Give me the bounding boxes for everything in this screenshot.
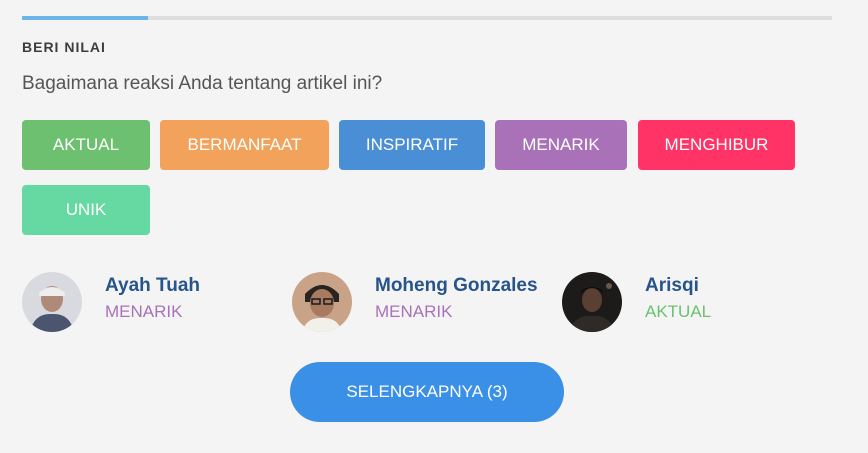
voter-name[interactable]: Arisqi [645,275,699,297]
divider-accent [22,16,148,20]
voter-name[interactable]: Moheng Gonzales [375,275,538,297]
reaction-button-bermanfaat[interactable]: BERMANFAAT [160,120,329,170]
reaction-button-menarik[interactable]: MENARIK [495,120,627,170]
reaction-button-label: INSPIRATIF [365,135,459,154]
see-more-button[interactable]: SELENGKAPNYA (3) [290,362,564,422]
rating-section: BERI NILAI Bagaimana reaksi Anda tentang… [22,16,832,422]
reaction-button-label: UNIK [65,200,107,219]
reaction-button-label: MENARIK [522,135,600,154]
voter-reaction: MENARIK [375,302,453,321]
avatar-image [292,272,352,332]
voter-name[interactable]: Ayah Tuah [105,275,200,297]
voter-reaction: MENARIK [105,302,183,321]
avatar[interactable] [292,272,352,332]
reaction-button-inspiratif[interactable]: INSPIRATIF [339,120,485,170]
reaction-button-aktual[interactable]: AKTUAL [22,120,150,170]
see-more-label: SELENGKAPNYA (3) [346,382,508,401]
reaction-button-unik[interactable]: UNIK [22,185,150,235]
reaction-button-label: MENGHIBUR [664,135,769,154]
avatar[interactable] [22,272,82,332]
avatar[interactable] [562,272,622,332]
reaction-button-label: BERMANFAAT [187,135,302,154]
rating-question: Bagaimana reaksi Anda tentang artikel in… [22,73,383,94]
avatar-image [562,272,622,332]
section-divider [22,16,832,20]
avatar-image [22,272,82,332]
voter-reaction: AKTUAL [645,302,712,321]
reaction-button-menghibur[interactable]: MENGHIBUR [638,120,795,170]
reaction-button-label: AKTUAL [52,135,120,154]
section-title: BERI NILAI [22,39,106,55]
